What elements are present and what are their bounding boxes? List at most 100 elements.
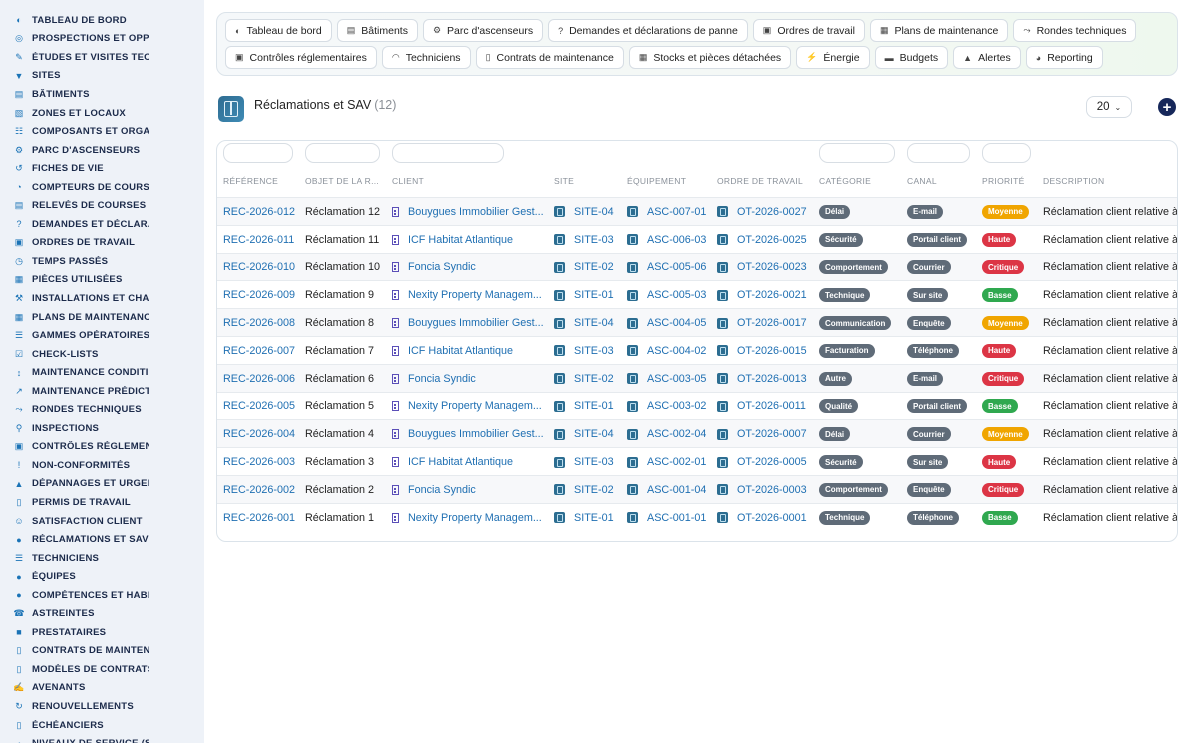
work-order-link[interactable]: OT-2026-0001: [737, 512, 807, 524]
sidebar-item[interactable]: ▣ CONTRÔLES RÉGLEMENTAIRES: [10, 438, 204, 457]
site-link-cell[interactable]: SITE-04: [554, 198, 614, 226]
reference-link[interactable]: REC-2026-005: [223, 400, 295, 412]
reference-link[interactable]: REC-2026-011: [223, 234, 294, 246]
quick-nav-chip[interactable]: ◠ Techniciens: [381, 46, 471, 69]
sidebar-item[interactable]: ⚙ PARC D'ASCENSEURS: [10, 141, 204, 160]
column-header[interactable]: DESCRIPTION: [1043, 176, 1104, 186]
client-link[interactable]: ICF Habitat Atlantique: [408, 456, 513, 468]
reference-link-cell[interactable]: REC-2026-007: [223, 337, 295, 365]
sidebar-item[interactable]: ▯ ÉCHÉANCIERS: [10, 716, 204, 735]
reference-link[interactable]: REC-2026-006: [223, 373, 295, 385]
site-link[interactable]: SITE-03: [574, 234, 614, 246]
add-record-button[interactable]: +: [1158, 98, 1176, 116]
site-link-cell[interactable]: SITE-03: [554, 226, 614, 254]
table-row[interactable]: REC-2026-012 Réclamation 12 Bouygues Immob…: [217, 197, 1177, 226]
quick-nav-chip[interactable]: ⚡ Énergie: [796, 46, 870, 69]
work-order-link[interactable]: OT-2026-0015: [737, 345, 807, 357]
work-order-link[interactable]: OT-2026-0021: [737, 289, 807, 301]
sidebar-item[interactable]: ↗ MAINTENANCE PRÉDICTIVE: [10, 382, 204, 401]
work-order-link-cell[interactable]: OT-2026-0015: [717, 337, 807, 365]
equipment-link[interactable]: ASC-005-06: [647, 261, 706, 273]
client-link[interactable]: ICF Habitat Atlantique: [408, 345, 513, 357]
quick-nav-chip[interactable]: ⤳ Rondes techniques: [1013, 19, 1137, 42]
quick-nav-chip[interactable]: ▣ Contrôles réglementaires: [225, 46, 377, 69]
reference-link[interactable]: REC-2026-007: [223, 345, 295, 357]
equipment-link-cell[interactable]: ASC-006-03: [627, 226, 706, 254]
sidebar-item[interactable]: ☎ ASTREINTES: [10, 605, 204, 624]
table-row[interactable]: REC-2026-008 Réclamation 8 Bouygues Immobi…: [217, 308, 1177, 337]
quick-nav-chip[interactable]: ▤ Bâtiments: [336, 19, 418, 42]
column-header[interactable]: ORDRE DE TRAVAIL: [717, 176, 803, 186]
equipment-link[interactable]: ASC-007-01: [647, 206, 706, 218]
work-order-link-cell[interactable]: OT-2026-0005: [717, 448, 807, 476]
filter-client[interactable]: [392, 143, 504, 163]
page-size-select[interactable]: 20 ⌄: [1086, 96, 1132, 118]
site-link-cell[interactable]: SITE-01: [554, 504, 614, 532]
sidebar-item[interactable]: ⤳ RONDES TECHNIQUES: [10, 400, 204, 419]
sidebar-item[interactable]: ☰ GAMMES OPÉRATOIRES: [10, 326, 204, 345]
sidebar-item[interactable]: ☑ CHECK-LISTS: [10, 345, 204, 364]
work-order-link[interactable]: OT-2026-0023: [737, 261, 807, 273]
reference-link[interactable]: REC-2026-012: [223, 206, 295, 218]
site-link-cell[interactable]: SITE-03: [554, 337, 614, 365]
client-link[interactable]: Nexity Property Managem...: [408, 400, 542, 412]
work-order-link-cell[interactable]: OT-2026-0021: [717, 281, 807, 309]
work-order-link[interactable]: OT-2026-0025: [737, 234, 807, 246]
reference-link[interactable]: REC-2026-008: [223, 317, 295, 329]
filter-categorie[interactable]: [819, 143, 895, 163]
column-header[interactable]: SITE: [554, 176, 574, 186]
reference-link-cell[interactable]: REC-2026-003: [223, 448, 295, 476]
reference-link[interactable]: REC-2026-004: [223, 428, 295, 440]
work-order-link-cell[interactable]: OT-2026-0013: [717, 365, 807, 393]
filter-reference[interactable]: [223, 143, 293, 163]
site-link-cell[interactable]: SITE-01: [554, 393, 614, 421]
work-order-link-cell[interactable]: OT-2026-0007: [717, 420, 807, 448]
column-header[interactable]: OBJET DE LA R...: [305, 176, 379, 186]
reference-link-cell[interactable]: REC-2026-002: [223, 476, 295, 504]
client-link-cell[interactable]: ICF Habitat Atlantique: [392, 226, 513, 254]
work-order-link-cell[interactable]: OT-2026-0011: [717, 393, 806, 421]
equipment-link-cell[interactable]: ASC-004-02: [627, 337, 706, 365]
equipment-link-cell[interactable]: ASC-005-03: [627, 281, 706, 309]
client-link-cell[interactable]: Bouygues Immobilier Gest...: [392, 198, 544, 226]
table-row[interactable]: REC-2026-002 Réclamation 2 Foncia Syndic SI…: [217, 475, 1177, 504]
column-header[interactable]: CLIENT: [392, 176, 424, 186]
table-row[interactable]: REC-2026-006 Réclamation 6 Foncia Syndic SI…: [217, 363, 1177, 393]
work-order-link[interactable]: OT-2026-0011: [737, 400, 806, 412]
sidebar-item[interactable]: ◔ COMPTEURS DE COURSES: [10, 178, 204, 197]
client-link[interactable]: Foncia Syndic: [408, 373, 476, 385]
work-order-link-cell[interactable]: OT-2026-0025: [717, 226, 807, 254]
sidebar-item[interactable]: ● RÉCLAMATIONS ET SAV: [10, 530, 204, 549]
sidebar-item[interactable]: ⚒ INSTALLATIONS ET CHANTIERS: [10, 289, 204, 308]
reference-link-cell[interactable]: REC-2026-009: [223, 281, 295, 309]
quick-nav-chip[interactable]: ▦ Stocks et pièces détachées: [628, 46, 792, 69]
sidebar-item[interactable]: ☷ COMPOSANTS ET ORGANES: [10, 122, 204, 141]
sidebar-item[interactable]: ◔ NIVEAUX DE SERVICE (SLA): [10, 734, 204, 743]
sidebar-item[interactable]: ▯ MODÈLES DE CONTRATS: [10, 660, 204, 679]
site-link[interactable]: SITE-04: [574, 317, 614, 329]
sidebar-item[interactable]: ☺ SATISFACTION CLIENT: [10, 512, 204, 531]
reference-link[interactable]: REC-2026-009: [223, 289, 295, 301]
equipment-link-cell[interactable]: ASC-003-05: [627, 365, 706, 393]
site-link-cell[interactable]: SITE-03: [554, 448, 614, 476]
client-link[interactable]: Nexity Property Managem...: [408, 512, 542, 524]
reference-link[interactable]: REC-2026-002: [223, 484, 295, 496]
client-link[interactable]: Bouygues Immobilier Gest...: [408, 317, 544, 329]
sidebar-item[interactable]: ↕ MAINTENANCE CONDITIONNELLE: [10, 363, 204, 382]
sidebar-item[interactable]: ▦ PLANS DE MAINTENANCE: [10, 308, 204, 327]
equipment-link[interactable]: ASC-006-03: [647, 234, 706, 246]
sidebar-item[interactable]: ↺ FICHES DE VIE: [10, 159, 204, 178]
work-order-link-cell[interactable]: OT-2026-0017: [717, 309, 807, 337]
table-row[interactable]: REC-2026-003 Réclamation 3 ICF Habitat Atl…: [217, 447, 1177, 476]
column-header[interactable]: CANAL: [907, 176, 937, 186]
sidebar-item[interactable]: ■ PRESTATAIRES: [10, 623, 204, 642]
client-link-cell[interactable]: Bouygues Immobilier Gest...: [392, 309, 544, 337]
sidebar-item[interactable]: ✎ ÉTUDES ET VISITES TECHNIQUES: [10, 48, 204, 67]
client-link[interactable]: Bouygues Immobilier Gest...: [408, 428, 544, 440]
client-link-cell[interactable]: ICF Habitat Atlantique: [392, 337, 513, 365]
equipment-link[interactable]: ASC-002-01: [647, 456, 706, 468]
sidebar-item[interactable]: ● COMPÉTENCES ET HABILITATIONS: [10, 586, 204, 605]
sidebar-item[interactable]: ◐ TABLEAU DE BORD: [10, 11, 204, 30]
quick-nav-chip[interactable]: ? Demandes et déclarations de panne: [548, 19, 748, 42]
sidebar-item[interactable]: ▦ PIÈCES UTILISÉES: [10, 271, 204, 290]
